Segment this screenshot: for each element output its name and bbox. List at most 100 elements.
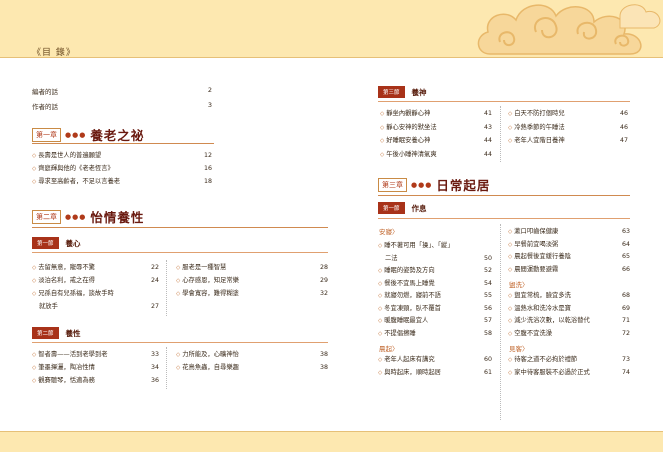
- toc-entry-front-1[interactable]: 編者的話 2: [32, 86, 212, 96]
- section-heading-zuoxi[interactable]: 第一節 作息: [378, 202, 427, 214]
- entry-page: 46: [619, 123, 628, 131]
- entry-title: 與時起床，順時起居: [378, 367, 441, 376]
- entry-title: 心存感恩，知足常樂: [176, 275, 239, 284]
- section-rule: [32, 252, 328, 253]
- entry-page: 47: [619, 137, 628, 144]
- toc-entry[interactable]: 去留無意，寵辱不驚 22: [32, 262, 159, 275]
- zuoxi-right-entries: 漱口叩齒保健康 63 早餐前宜喝淡粥 64 晨起餐後宜緩行養陰 65 晨間運動要避霧 6…: [508, 226, 630, 379]
- footer-band: [0, 432, 663, 452]
- entry-title: 不提倡擦睡: [378, 328, 415, 337]
- entry-title: 晨間運動要避霧: [508, 264, 558, 273]
- entry-page: 28: [319, 264, 328, 271]
- toc-entry[interactable]: 冬宜凍頸，臥不覆首 56: [378, 303, 492, 316]
- entry-title: 睡不著可用「操」、「縱」: [378, 240, 453, 249]
- toc-entry[interactable]: 冷熱季節的午睡法 46: [508, 122, 628, 136]
- toc-entry[interactable]: 睡眠的姿勢及方向 52: [378, 265, 492, 278]
- entry-title: 好睡眠安養心神: [380, 135, 430, 144]
- toc-entry[interactable]: 晨間運動要避霧 66: [508, 264, 630, 277]
- chapter-heading-1[interactable]: 第一章 ●●● 養老之祕: [32, 125, 144, 144]
- toc-entry[interactable]: 與時起床，順時起居 61: [378, 367, 492, 380]
- section-heading-yangxing[interactable]: 第二節 養性: [32, 327, 81, 339]
- chapter-label: 第一章: [32, 127, 61, 142]
- entry-title: 靜心安神的默坐法: [380, 122, 436, 131]
- entry-title: 冷熱季節的午睡法: [508, 122, 564, 131]
- yangxing-right-entries: 力所能及，心曠神怡 38 花鳥魚蟲，自尋樂趣 38: [176, 349, 328, 375]
- entry-page: 73: [621, 356, 630, 363]
- entry-title: 早餐前宜喝淡粥: [508, 239, 558, 248]
- toc-entry[interactable]: 老年人宜階日養神 47: [508, 135, 628, 149]
- toc-entry[interactable]: 漱口叩齒保健康 63: [508, 226, 630, 239]
- chapter-heading-2[interactable]: 第二章 ●●● 怡情養性: [32, 207, 144, 226]
- toc-entry-continued[interactable]: 就放手 27: [32, 301, 159, 314]
- entry-title: 齊庭輝與他的《老老恆言》: [32, 163, 114, 172]
- entry-title: 漱口叩齒保健康: [508, 226, 558, 235]
- chapter1-entries: 長壽是世人的普遍願望 12 齊庭輝與他的《老老恆言》 16 尋求至高齡者，不足以言養…: [32, 150, 212, 189]
- entry-page: 60: [483, 356, 492, 363]
- chapter-dots: ●●●: [65, 130, 87, 139]
- entry-title: 老年人起床有講究: [378, 354, 434, 363]
- toc-entry[interactable]: 老年人起床有講究 60: [378, 354, 492, 367]
- section-heading-yangxin[interactable]: 第一節 養心: [32, 237, 81, 249]
- entry-page: 55: [483, 292, 492, 299]
- section-name: 作息: [411, 203, 427, 213]
- entry-page: 50: [483, 254, 492, 262]
- toc-entry-continued[interactable]: 二法 50: [378, 253, 492, 266]
- entry-title: 待客之道不必拘於禮節: [508, 354, 577, 363]
- toc-entry[interactable]: 長壽是世人的普遍願望 12: [32, 150, 212, 163]
- entry-title: 就寢勿燃，寢前不語: [378, 290, 441, 299]
- entry-page: 2: [207, 86, 212, 94]
- toc-entry[interactable]: 早餐前宜喝淡粥 64: [508, 239, 630, 252]
- toc-entry[interactable]: 空腹不宜洗澡 72: [508, 328, 630, 341]
- entry-title: 二法: [385, 254, 398, 262]
- toc-entry[interactable]: 筆墨揮灑，陶冶性情 34: [32, 362, 159, 375]
- entry-title: 淡泊名利，戒之在得: [32, 275, 95, 284]
- toc-entry[interactable]: 齊庭輝與他的《老老恆言》 16: [32, 163, 212, 176]
- entry-page: 29: [319, 277, 328, 284]
- toc-entry[interactable]: 服老是一種智慧 28: [176, 262, 328, 275]
- chapter-heading-3[interactable]: 第三章 ●●● 日常起居: [378, 175, 490, 194]
- entry-title: 作者的話: [32, 103, 58, 111]
- chapter-dots: ●●●: [65, 212, 87, 221]
- toc-entry[interactable]: 就寢勿燃，寢前不語 55: [378, 290, 492, 303]
- toc-entry[interactable]: 靜心安神的默坐法 43: [380, 122, 492, 136]
- toc-entry[interactable]: 餐後不宜馬上睡覺 54: [378, 278, 492, 291]
- section-tag: 第一節: [32, 237, 59, 249]
- toc-entry[interactable]: 不提倡擦睡 58: [378, 328, 492, 341]
- yangxing-left-entries: 智者壽——活到老學到老 33 筆墨揮灑，陶冶性情 34 觀賽聽琴，恬適為務 36: [32, 349, 159, 388]
- section-name: 養心: [65, 238, 81, 248]
- yangshen-left-entries: 靜坐內觀靜心神 41 靜心安神的默坐法 43 好睡眠安養心神 44 午後小睡神清氣爽 4…: [380, 108, 492, 162]
- toc-entry[interactable]: 好睡眠安養心神 44: [380, 135, 492, 149]
- entry-title: 冬宜凍頸，臥不覆首: [378, 303, 441, 312]
- toc-entry[interactable]: 兄孫自有兒孫福，談故手時: [32, 288, 159, 301]
- toc-entry[interactable]: 家中待客服裝不必過於正式 74: [508, 367, 630, 380]
- yangxin-left-entries: 去留無意，寵辱不驚 22 淡泊名利，戒之在得 24 兄孫自有兒孫福，談故手時 就放手…: [32, 262, 159, 314]
- toc-entry[interactable]: 尋求至高齡者，不足以言養老 18: [32, 176, 212, 189]
- toc-entry[interactable]: 待客之道不必拘於禮節 73: [508, 354, 630, 367]
- toc-entry[interactable]: 淡泊名利，戒之在得 24: [32, 275, 159, 288]
- toc-entry[interactable]: 觀賽聽琴，恬適為務 36: [32, 375, 159, 388]
- toc-entry[interactable]: 智者壽——活到老學到老 33: [32, 349, 159, 362]
- toc-entry-front-2[interactable]: 作者的話 3: [32, 101, 212, 111]
- subcategory-label: 安寢〉: [379, 228, 399, 236]
- entry-title: 靜坐內觀靜心神: [380, 108, 430, 117]
- toc-entry[interactable]: 減少洗浴次數，以乾浴替代 71: [508, 315, 630, 328]
- toc-entry[interactable]: 午後小睡神清氣爽 44: [380, 149, 492, 163]
- toc-entry[interactable]: 溫熱水和洗冷水是寶 69: [508, 303, 630, 316]
- toc-entry[interactable]: 盥宜常梳，臉宜多洗 68: [508, 290, 630, 303]
- toc-entry[interactable]: 睡不著可用「操」、「縱」: [378, 240, 492, 253]
- entry-page: 33: [150, 351, 159, 358]
- section-rule: [378, 218, 630, 219]
- entry-title: 學會寬容，難得糊塗: [176, 288, 239, 297]
- toc-entry[interactable]: 花鳥魚蟲，自尋樂趣 38: [176, 362, 328, 375]
- toc-entry[interactable]: 暖腹睡眠最宜人 57: [378, 315, 492, 328]
- toc-entry[interactable]: 白天不防打個時兒 46: [508, 108, 628, 122]
- section-heading-yangshen[interactable]: 第三節 養神: [378, 86, 427, 98]
- toc-entry[interactable]: 靜坐內觀靜心神 41: [380, 108, 492, 122]
- entry-page: 64: [621, 240, 630, 248]
- toc-entry[interactable]: 晨起餐後宜緩行養陰 65: [508, 251, 630, 264]
- entry-page: 44: [483, 137, 492, 144]
- toc-entry[interactable]: 心存感恩，知足常樂 29: [176, 275, 328, 288]
- toc-entry[interactable]: 力所能及，心曠神怡 38: [176, 349, 328, 362]
- toc-entry[interactable]: 學會寬容，難得糊塗 32: [176, 288, 328, 301]
- book-title: 《目 錄》: [32, 48, 76, 58]
